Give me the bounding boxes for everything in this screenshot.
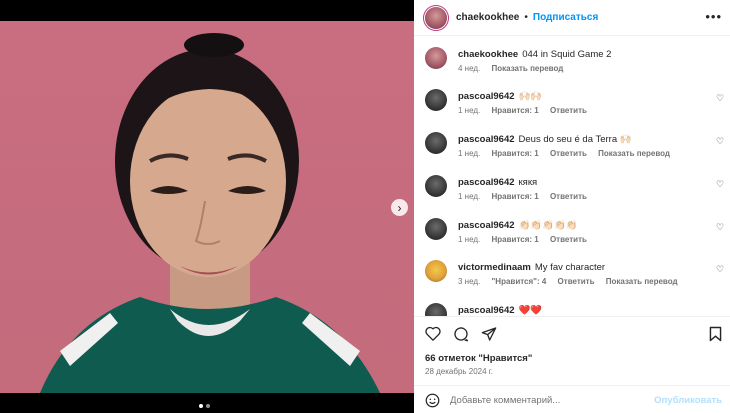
comment-avatar[interactable] (425, 260, 447, 282)
comment-avatar[interactable] (425, 303, 447, 316)
carousel-dot-active (199, 404, 203, 408)
comment-text: My fav character (534, 262, 606, 273)
post-comment-button[interactable]: Опубликовать (654, 395, 722, 406)
comment-text: 🙌🏻🙌🏻 (518, 91, 543, 102)
comment-icon[interactable] (453, 326, 469, 342)
heart-outline-icon[interactable]: ♡ (716, 223, 725, 232)
comment-time: 3 нед. (458, 277, 481, 286)
comment-avatar[interactable] (425, 89, 447, 111)
share-icon[interactable] (481, 326, 497, 342)
portrait-illustration (40, 33, 380, 393)
comment-text: ❤️❤️ (518, 305, 543, 316)
comment-avatar[interactable] (425, 132, 447, 154)
carousel-dot (206, 404, 210, 408)
post-photo[interactable] (0, 21, 414, 393)
comment-username[interactable]: victormedinaam (458, 262, 531, 273)
more-horizontal-icon[interactable]: ••• (705, 9, 722, 24)
caption-translate-button[interactable]: Показать перевод (492, 64, 564, 73)
post-date: 28 декабрь 2024 г. (425, 367, 493, 376)
comment-reply-button[interactable]: Ответить (558, 277, 595, 286)
header-separator: • (524, 12, 528, 23)
caption-username[interactable]: chaekookhee (458, 49, 518, 60)
author-username[interactable]: chaekookhee (456, 12, 519, 23)
post-panel: chaekookhee • Подписаться ••• chaekookhe… (414, 0, 730, 413)
next-image-button[interactable]: › (391, 199, 408, 216)
emoji-icon[interactable] (425, 393, 440, 408)
carousel-dots (199, 404, 210, 408)
post-media: › (0, 0, 414, 413)
comment-time: 1 нед. (458, 192, 481, 201)
comment-likes[interactable]: Нравится: 1 (492, 149, 539, 158)
chevron-right-icon: › (397, 200, 402, 215)
comment-input[interactable] (450, 394, 650, 406)
author-avatar[interactable] (425, 6, 447, 29)
heart-outline-icon[interactable]: ♡ (716, 180, 725, 189)
comment-avatar[interactable] (425, 175, 447, 197)
post-header: chaekookhee • Подписаться ••• (414, 0, 730, 36)
heart-outline-icon[interactable]: ♡ (716, 265, 725, 274)
caption-text: 044 in Squid Game 2 (522, 49, 612, 60)
comment-reply-button[interactable]: Ответить (550, 149, 587, 158)
heart-icon[interactable] (425, 326, 441, 342)
comment-text: кякя (518, 177, 538, 188)
likes-count[interactable]: 66 отметок "Нравится" (425, 353, 532, 364)
author-avatar[interactable] (425, 47, 447, 69)
comment-translate-button[interactable]: Показать перевод (598, 149, 670, 158)
comment-text: Deus do seu é da Terra 🙌🏻 (518, 134, 632, 145)
comment-username[interactable]: pascoal9642 (458, 134, 515, 145)
comment-time: 1 нед. (458, 106, 481, 115)
add-comment-row: Опубликовать (414, 385, 730, 413)
comment-time: 1 нед. (458, 149, 481, 158)
comment-username[interactable]: pascoal9642 (458, 177, 515, 188)
comment-avatar[interactable] (425, 218, 447, 240)
comment-username[interactable]: pascoal9642 (458, 220, 515, 231)
comment-reply-button[interactable]: Ответить (550, 106, 587, 115)
comment-likes[interactable]: "Нравится": 4 (492, 277, 547, 286)
comment-text: 👏🏻👏🏻👏🏻👏🏻👏🏻 (518, 220, 578, 231)
heart-outline-icon[interactable]: ♡ (716, 137, 725, 146)
comments-list: chaekookhee 044 in Squid Game 2 4 нед. По… (414, 36, 730, 316)
comment-username[interactable]: pascoal9642 (458, 305, 515, 316)
follow-button[interactable]: Подписаться (533, 12, 598, 23)
bookmark-icon[interactable] (709, 326, 722, 342)
caption-time: 4 нед. (458, 64, 481, 73)
comment-likes[interactable]: Нравится: 1 (492, 235, 539, 244)
comment-username[interactable]: pascoal9642 (458, 91, 515, 102)
heart-outline-icon[interactable]: ♡ (716, 94, 725, 103)
comment-likes[interactable]: Нравится: 1 (492, 106, 539, 115)
comment-likes[interactable]: Нравится: 1 (492, 192, 539, 201)
post-actions: 66 отметок "Нравится" 28 декабрь 2024 г.… (414, 316, 730, 413)
comment-reply-button[interactable]: Ответить (550, 192, 587, 201)
comment-time: 1 нед. (458, 235, 481, 244)
comment-translate-button[interactable]: Показать перевод (606, 277, 678, 286)
comment-reply-button[interactable]: Ответить (550, 235, 587, 244)
